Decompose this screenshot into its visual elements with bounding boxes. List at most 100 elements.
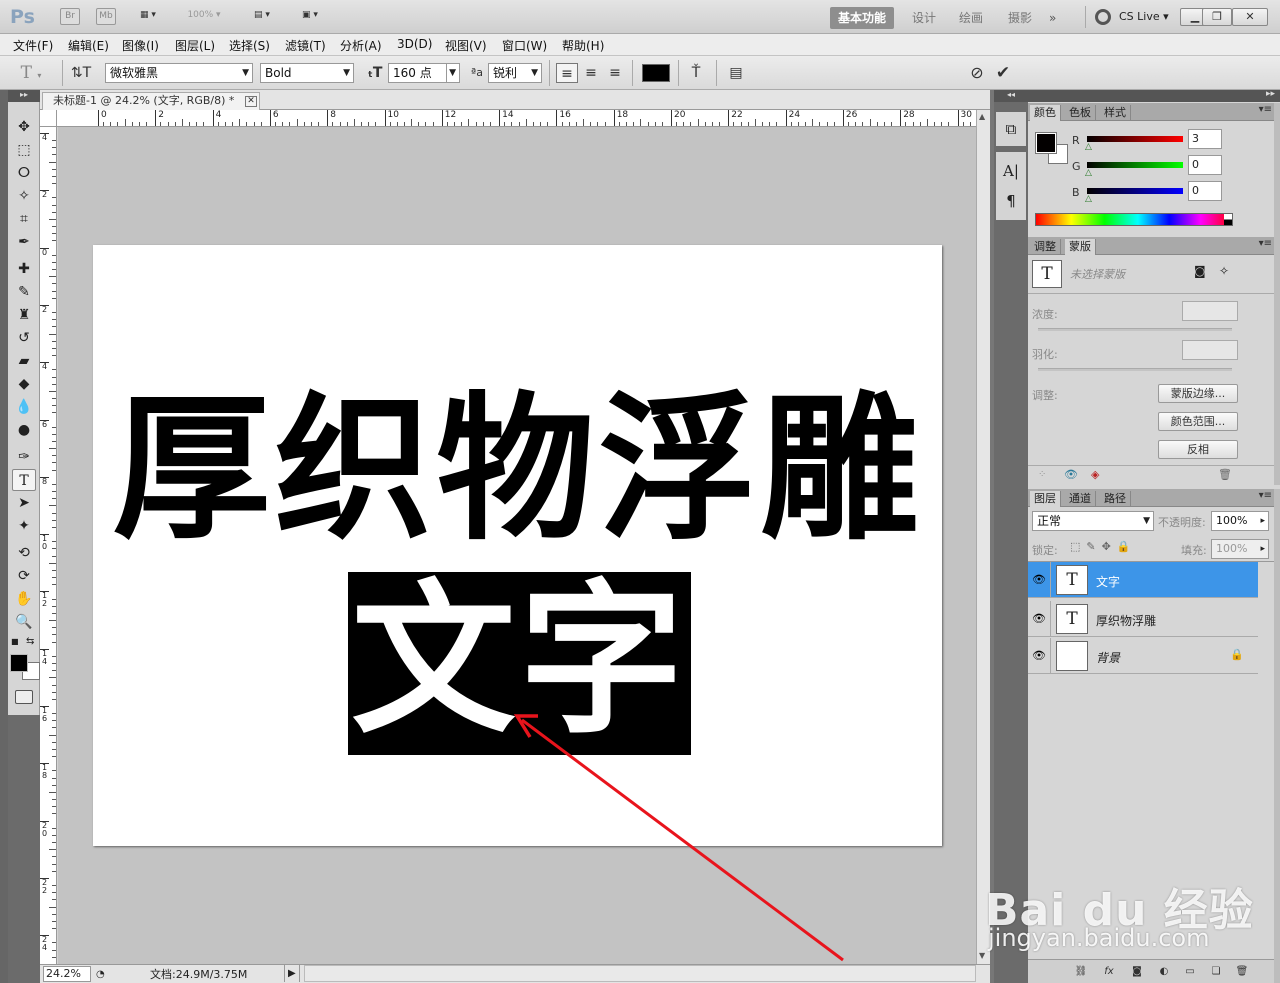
layer-row-headline[interactable]: 👁 T 厚织物浮雕 bbox=[1028, 601, 1258, 637]
tool-preset-icon[interactable]: T ▾ bbox=[20, 63, 42, 83]
commit-edit-icon[interactable]: ✔ bbox=[992, 63, 1014, 83]
arrange-documents-icon[interactable]: ▤ ▾ bbox=[246, 8, 278, 25]
workspace-essentials[interactable]: 基本功能 bbox=[830, 7, 895, 29]
text-color-swatch[interactable] bbox=[642, 64, 670, 82]
quick-selection-icon[interactable]: ✧ bbox=[12, 185, 36, 207]
character-panel-icon[interactable]: ▤ bbox=[725, 63, 747, 83]
menu-select[interactable]: 选择(S) bbox=[229, 37, 270, 54]
horizontal-ruler[interactable]: 0 2 4 6 8 10 12 14 16 18 20 22 24 26 28 30 bbox=[40, 110, 976, 127]
close-document-icon[interactable]: ✕ bbox=[245, 96, 257, 107]
history-panel-icon[interactable]: ⧉ bbox=[999, 118, 1023, 140]
headline-text-layer[interactable]: 厚织物浮雕 bbox=[93, 380, 942, 560]
masks-panel-menu-icon[interactable]: ▾≡ bbox=[1259, 238, 1272, 249]
mini-bridge-button[interactable]: Mb bbox=[96, 8, 116, 25]
lock-icons[interactable]: ⬚✎✥🔒 bbox=[1070, 540, 1137, 553]
workspace-more-icon[interactable]: » bbox=[1041, 7, 1064, 29]
align-right-icon[interactable]: ≡ bbox=[604, 63, 626, 83]
toggle-mask-icon[interactable]: 👁 bbox=[1064, 468, 1078, 481]
status-menu-icon[interactable]: ▶ bbox=[284, 965, 300, 982]
layer-row-text-selected[interactable]: 👁 T 文字 bbox=[1028, 562, 1258, 598]
crop-tool-icon[interactable]: ⌗ bbox=[12, 208, 36, 230]
hand-tool-icon[interactable]: ✋ bbox=[12, 588, 36, 610]
pen-tool-icon[interactable]: ✑ bbox=[12, 446, 36, 468]
eyedropper-icon[interactable]: ✒ bbox=[12, 231, 36, 253]
workspace-painting[interactable]: 绘画 bbox=[951, 7, 991, 29]
zoom-level-select[interactable]: 100% ▾ bbox=[180, 8, 228, 25]
screen-mode-icon[interactable]: ▣ ▾ bbox=[293, 8, 327, 25]
red-slider[interactable]: △ bbox=[1085, 136, 1183, 152]
cancel-edit-icon[interactable]: ⊘ bbox=[966, 63, 988, 83]
mask-edge-button[interactable]: 蒙版边缘... bbox=[1158, 384, 1238, 403]
tab-adjustments[interactable]: 调整 bbox=[1030, 239, 1061, 255]
green-value-field[interactable]: 0 bbox=[1188, 155, 1222, 175]
view-extras-icon[interactable]: ▦ ▾ bbox=[133, 8, 163, 25]
path-selection-icon[interactable]: ➤ bbox=[12, 492, 36, 514]
ruler-origin[interactable] bbox=[40, 110, 57, 127]
tab-swatches[interactable]: 色板 bbox=[1065, 105, 1096, 121]
brush-tool-icon[interactable]: ✎ bbox=[12, 281, 36, 303]
tab-layers[interactable]: 图层 bbox=[1030, 491, 1061, 507]
restore-button[interactable]: ❐ bbox=[1202, 8, 1232, 26]
tab-channels[interactable]: 通道 bbox=[1065, 491, 1096, 507]
tab-styles[interactable]: 样式 bbox=[1100, 105, 1131, 121]
fill-field[interactable]: 100% ▸ bbox=[1211, 539, 1269, 559]
workspace-photography[interactable]: 摄影 bbox=[1000, 7, 1040, 29]
canvas-area[interactable]: 厚织物浮雕 文字 bbox=[58, 127, 976, 964]
quick-mask-icon[interactable] bbox=[15, 690, 33, 704]
green-slider[interactable]: △ bbox=[1085, 162, 1183, 178]
marquee-tool-icon[interactable]: ⬚ bbox=[12, 139, 36, 161]
color-panel-menu-icon[interactable]: ▾≡ bbox=[1259, 104, 1272, 115]
layer-row-background[interactable]: 👁 背景 🔒 bbox=[1028, 638, 1258, 674]
paint-bucket-icon[interactable]: ◆ bbox=[12, 373, 36, 395]
warp-text-icon[interactable]: Ť bbox=[685, 63, 707, 83]
layers-panel-menu-icon[interactable]: ▾≡ bbox=[1259, 490, 1272, 501]
vertical-scrollbar[interactable]: ▲ ▼ bbox=[976, 110, 990, 964]
color-spectrum-bar[interactable] bbox=[1035, 213, 1233, 226]
lasso-tool-icon[interactable]: ⵔ bbox=[12, 162, 36, 184]
visibility-eye-icon[interactable]: 👁 bbox=[1031, 573, 1047, 587]
type-tool-icon[interactable]: T bbox=[12, 469, 36, 491]
shape-tool-icon[interactable]: ✦ bbox=[12, 515, 36, 537]
text-selection-highlight[interactable]: 文字 bbox=[348, 572, 691, 755]
vector-mask-icon[interactable]: ✧ bbox=[1219, 264, 1229, 278]
new-group-icon[interactable]: ▭ bbox=[1181, 965, 1199, 979]
vertical-ruler[interactable]: 4 2 0 2 4 6 8 10 12 14 16 18 20 22 24 bbox=[40, 127, 57, 964]
tab-paths[interactable]: 路径 bbox=[1100, 491, 1131, 507]
character-panel-icon[interactable]: A| bbox=[999, 160, 1023, 182]
menu-filter[interactable]: 滤镜(T) bbox=[285, 37, 326, 54]
dodge-tool-icon[interactable]: ● bbox=[12, 419, 36, 441]
layer-style-icon[interactable]: fx bbox=[1100, 965, 1118, 979]
blend-mode-select[interactable]: 正常 ▼ bbox=[1032, 511, 1154, 531]
swap-colors-icon[interactable]: ⇆ bbox=[26, 636, 34, 647]
delete-mask-icon[interactable]: 🗑 bbox=[1218, 468, 1232, 481]
adjustment-layer-icon[interactable]: ◐ bbox=[1155, 965, 1173, 979]
menu-window[interactable]: 窗口(W) bbox=[502, 37, 547, 54]
invert-button[interactable]: 反相 bbox=[1158, 440, 1238, 459]
move-tool-icon[interactable]: ✥ bbox=[12, 116, 36, 138]
blue-slider[interactable]: △ bbox=[1085, 188, 1183, 204]
menu-layer[interactable]: 图层(L) bbox=[175, 37, 215, 54]
status-preview-icon[interactable]: ◔ bbox=[96, 966, 105, 983]
add-mask-icon[interactable]: ◙ bbox=[1128, 965, 1146, 979]
horizontal-scrollbar[interactable] bbox=[304, 965, 976, 982]
paragraph-panel-icon[interactable]: ¶ bbox=[999, 190, 1023, 212]
color-range-button[interactable]: 颜色范围... bbox=[1158, 412, 1238, 431]
selected-text[interactable]: 文字 bbox=[348, 572, 691, 755]
healing-brush-icon[interactable]: ✚ bbox=[12, 258, 36, 280]
menu-image[interactable]: 图像(I) bbox=[122, 37, 159, 54]
apply-mask-icon[interactable]: ◈ bbox=[1091, 468, 1099, 481]
new-layer-icon[interactable]: ❏ bbox=[1207, 965, 1225, 979]
icon-dock-header[interactable]: ◂◂ bbox=[994, 90, 1028, 102]
foreground-color-swatch[interactable] bbox=[10, 654, 28, 672]
cs-live-button[interactable]: CS Live ▾ bbox=[1119, 10, 1169, 23]
menu-help[interactable]: 帮助(H) bbox=[562, 37, 604, 54]
font-style-select[interactable]: Bold ▼ bbox=[260, 63, 354, 83]
3d-orbit-icon[interactable]: ⟳ bbox=[12, 565, 36, 587]
bridge-button[interactable]: Br bbox=[60, 8, 80, 25]
pixel-mask-icon[interactable]: ◙ bbox=[1194, 264, 1206, 278]
red-value-field[interactable]: 3 bbox=[1188, 129, 1222, 149]
document-tab[interactable]: 未标题-1 @ 24.2% (文字, RGB/8) * ✕ bbox=[42, 92, 260, 110]
menu-edit[interactable]: 编辑(E) bbox=[68, 37, 109, 54]
delete-layer-icon[interactable]: 🗑 bbox=[1233, 965, 1251, 979]
menu-3d[interactable]: 3D(D) bbox=[397, 37, 432, 51]
